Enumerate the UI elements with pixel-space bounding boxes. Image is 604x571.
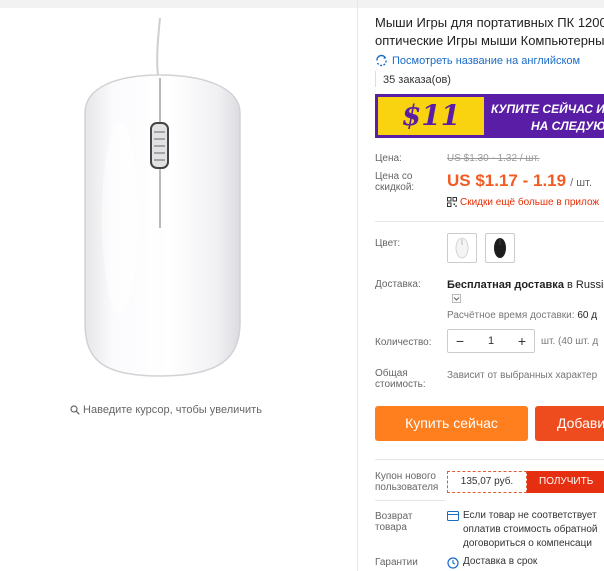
product-title-line-2: оптические Игры мыши Компьютерны — [375, 33, 604, 48]
product-image[interactable] — [60, 18, 285, 378]
color-option-white[interactable] — [447, 233, 477, 263]
quantity-label: Количество: — [375, 337, 432, 348]
black-mouse-thumb — [494, 238, 506, 258]
coupon-label-line-2: пользователя — [375, 482, 439, 493]
product-title: Мыши Игры для портативных ПК 1200 оптиче… — [375, 14, 604, 50]
total-label-line-1: Общая — [375, 368, 408, 379]
product-gallery: Наведите курсор, чтобы увеличить — [0, 8, 357, 571]
return-policy-line-3: договориться о компенсаци — [463, 538, 592, 549]
discount-price: US $1.17 - 1.19/ шт. — [447, 171, 592, 191]
zoom-hint-text: Наведите курсор, чтобы увеличить — [83, 404, 262, 416]
delivery-time-value: 60 д — [574, 310, 598, 321]
total-label-line-2: стоимость: — [375, 379, 426, 390]
app-discount-link[interactable]: Скидки ещё больше в прилож — [447, 197, 599, 208]
product-info-panel: Мыши Игры для портативных ПК 1200 оптиче… — [375, 0, 604, 571]
chevron-down-icon — [453, 297, 460, 301]
delivery-time-label: Расчётное время доставки: — [447, 310, 575, 321]
promo-banner-line-2: НА СЛЕДУЮ — [531, 119, 604, 133]
discount-price-value: US $1.17 - 1.19 — [447, 171, 567, 190]
promo-banner[interactable]: $11 КУПИТЕ СЕЙЧАС И НА СЛЕДУЮ — [375, 94, 604, 138]
promo-banner-text: КУПИТЕ СЕЙЧАС И НА СЛЕДУЮ — [491, 101, 604, 135]
original-price: US $1.30 - 1.32 / шт. — [447, 153, 540, 164]
discount-price-label-line-1: Цена со — [375, 171, 413, 182]
total-value-note: Зависит от выбранных характер — [447, 370, 598, 381]
return-policy-line-1: Если товар не соответствует — [463, 510, 597, 521]
add-to-cart-button[interactable]: Добави — [535, 406, 604, 441]
zoom-hint: Наведите курсор, чтобы увеличить — [0, 404, 332, 416]
product-title-line-1: Мыши Игры для портативных ПК 1200 — [375, 15, 604, 30]
quantity-input[interactable]: 1 — [472, 330, 510, 352]
get-coupon-button[interactable]: ПОЛУЧИТЬ — [527, 471, 604, 493]
returns-label-line-1: Возврат — [375, 511, 413, 522]
coupon-label: Купон нового пользователя — [375, 471, 438, 493]
translate-title-text[interactable]: Посмотреть название на английском — [392, 55, 580, 67]
translate-title-link[interactable]: Посмотреть название на английском — [375, 54, 580, 67]
color-option-black[interactable] — [485, 233, 515, 263]
white-mouse-thumb — [455, 237, 469, 259]
magnifier-icon — [70, 405, 80, 415]
stock-note: шт. (40 шт. д — [541, 336, 599, 347]
quantity-increase-button[interactable]: + — [510, 330, 534, 352]
shipping-label: Доставка: — [375, 279, 421, 290]
coupon-label-line-1: Купон нового — [375, 471, 436, 482]
guarantee-text: Доставка в срок — [463, 556, 538, 567]
coupon-divider — [375, 500, 445, 501]
clock-icon — [447, 557, 459, 569]
price-unit: / шт. — [570, 177, 592, 189]
return-policy-icon — [447, 511, 459, 521]
section-divider — [375, 221, 604, 222]
returns-label-line-2: товара — [375, 522, 407, 533]
total-label: Общая стоимость: — [375, 368, 426, 390]
section-divider-2 — [375, 459, 604, 460]
return-policy-line-2: оплатив стоимость обратной — [463, 524, 598, 535]
coupon-value: 135,07 руб. — [447, 471, 527, 493]
column-divider — [357, 0, 358, 571]
shipping-dropdown[interactable] — [452, 294, 461, 303]
color-label: Цвет: — [375, 238, 401, 249]
shipping-info[interactable]: Бесплатная доставка в Russian — [447, 279, 604, 291]
return-policy-text: Если товар не соответствует оплатив стои… — [463, 509, 597, 551]
quantity-stepper: − 1 + — [447, 329, 535, 353]
buy-now-button[interactable]: Купить сейчас — [375, 406, 528, 441]
price-label: Цена: — [375, 153, 402, 164]
guarantee-label: Гарантии — [375, 557, 418, 568]
discount-price-label-line-2: скидкой: — [375, 182, 415, 193]
qr-code-icon — [447, 197, 457, 207]
translate-icon — [376, 54, 387, 67]
quantity-decrease-button[interactable]: − — [448, 330, 472, 352]
delivery-time: Расчётное время доставки: 60 д — [447, 310, 597, 321]
free-shipping-text: Бесплатная доставка — [447, 279, 564, 291]
orders-divider — [375, 71, 376, 87]
discount-price-label: Цена со скидкой: — [375, 171, 414, 193]
promo-banner-price: $11 — [378, 97, 484, 135]
orders-count: 35 заказа(ов) — [383, 74, 451, 86]
returns-label: Возврат товара — [375, 511, 413, 533]
app-discount-text[interactable]: Скидки ещё больше в прилож — [460, 197, 599, 208]
promo-banner-line-1: КУПИТЕ СЕЙЧАС И — [491, 102, 604, 116]
shipping-destination: в Russian — [566, 279, 604, 291]
